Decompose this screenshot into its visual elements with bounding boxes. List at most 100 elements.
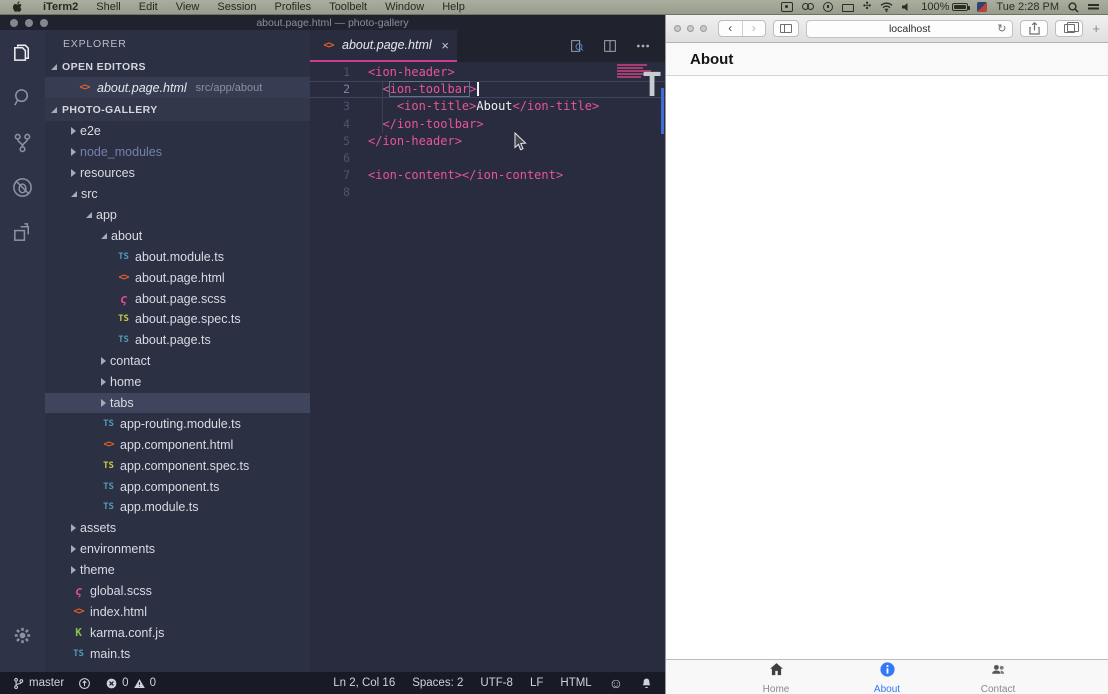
spotlight-icon[interactable] (1068, 2, 1079, 13)
tree-folder-src[interactable]: src (45, 184, 310, 205)
tree-folder-e2e[interactable]: e2e (45, 121, 310, 142)
wifi-icon[interactable] (880, 2, 893, 12)
tree-file-about.page.spec.ts[interactable]: TSabout.page.spec.ts (45, 309, 310, 330)
open-editor-item[interactable]: <> about.page.html src/app/about (45, 77, 310, 98)
tree-file-about.page.html[interactable]: <>about.page.html (45, 267, 310, 288)
problems-indicator[interactable]: 0 0 (105, 677, 156, 690)
menu-item-window[interactable]: Window (376, 1, 433, 13)
show-all-tabs-button[interactable] (1055, 20, 1083, 37)
tab-close-icon[interactable]: × (441, 38, 449, 53)
tree-folder-tabs[interactable]: tabs (45, 393, 310, 414)
accessibility-icon[interactable]: ✣ (863, 2, 871, 12)
share-button[interactable] (1020, 20, 1048, 37)
vscode-title-bar[interactable]: about.page.html — photo-gallery (0, 15, 665, 30)
reload-icon[interactable]: ↻ (997, 22, 1006, 35)
open-editors-header[interactable]: OPEN EDITORS (45, 56, 310, 77)
project-section-header[interactable]: PHOTO-GALLERY (45, 98, 310, 121)
tree-folder-resources[interactable]: resources (45, 163, 310, 184)
tree-file-app.component.ts[interactable]: TSapp.component.ts (45, 476, 310, 497)
code-line-4[interactable]: 4 </ion-toolbar> (310, 116, 665, 133)
tree-file-about.page.scss[interactable]: ςabout.page.scss (45, 288, 310, 309)
tab-contact[interactable]: Contact (943, 660, 1054, 694)
tree-folder-contact[interactable]: contact (45, 351, 310, 372)
time-machine-icon[interactable] (823, 2, 833, 12)
tab-home[interactable]: Home (721, 660, 832, 694)
tree-file-app.component.spec.ts[interactable]: TSapp.component.spec.ts (45, 455, 310, 476)
extensions-icon[interactable] (0, 210, 45, 255)
code-line-7[interactable]: 7<ion-content></ion-content> (310, 167, 665, 184)
tree-folder-environments[interactable]: environments (45, 539, 310, 560)
code-editor[interactable]: 1<ion-header>2 <ion-toolbar>3 <ion-title… (310, 62, 665, 672)
menu-item-profiles[interactable]: Profiles (266, 1, 321, 13)
code-line-6[interactable]: 6 (310, 150, 665, 167)
notification-center-icon[interactable] (1088, 2, 1100, 12)
menu-item-toolbelt[interactable]: Toolbelt (320, 1, 376, 13)
code-line-5[interactable]: 5</ion-header> (310, 133, 665, 150)
address-bar[interactable]: localhost ↻ (806, 20, 1013, 38)
tree-file-app-routing.module.ts[interactable]: TSapp-routing.module.ts (45, 413, 310, 434)
minimize-window-button[interactable] (25, 19, 33, 27)
debug-disabled-icon[interactable] (0, 165, 45, 210)
menu-item-view[interactable]: View (167, 1, 209, 13)
window-controls[interactable] (674, 25, 707, 32)
tree-file-about.page.ts[interactable]: TSabout.page.ts (45, 330, 310, 351)
tree-file-karma.conf.js[interactable]: Kkarma.conf.js (45, 622, 310, 643)
tree-file-app.component.html[interactable]: <>app.component.html (45, 434, 310, 455)
glasses-icon[interactable] (802, 2, 814, 12)
menu-clock[interactable]: Tue 2:28 PM (996, 1, 1059, 13)
cursor-position[interactable]: Ln 2, Col 16 (333, 677, 395, 689)
screen-recording-icon[interactable] (781, 2, 793, 12)
forward-button[interactable]: › (742, 21, 766, 36)
tree-file-about.module.ts[interactable]: TSabout.module.ts (45, 246, 310, 267)
source-control-icon[interactable] (0, 120, 45, 165)
notifications-bell-icon[interactable] (640, 677, 653, 690)
sidebar-button[interactable] (773, 20, 799, 37)
menu-item-shell[interactable]: Shell (87, 1, 129, 13)
new-tab-button[interactable]: + (1092, 21, 1100, 36)
display-icon[interactable] (842, 4, 854, 12)
minimize-window-button[interactable] (687, 25, 694, 32)
split-editor-icon[interactable] (602, 38, 618, 54)
tab-about-page-html[interactable]: <> about.page.html × (310, 30, 457, 62)
encoding-setting[interactable]: UTF-8 (480, 677, 513, 689)
more-actions-icon[interactable] (635, 38, 651, 54)
code-line-3[interactable]: 3 <ion-title>About</ion-title> (310, 98, 665, 115)
tab-about[interactable]: About (832, 660, 943, 694)
tree-folder-node_modules[interactable]: node_modules (45, 142, 310, 163)
tree-file-index.html[interactable]: <>index.html (45, 601, 310, 622)
menu-item-iterm2[interactable]: iTerm2 (34, 1, 87, 13)
menu-item-help[interactable]: Help (433, 1, 474, 13)
tree-folder-about[interactable]: about (45, 225, 310, 246)
volume-icon[interactable] (902, 2, 912, 12)
open-preview-icon[interactable] (569, 38, 585, 54)
tree-folder-assets[interactable]: assets (45, 518, 310, 539)
search-icon[interactable] (0, 75, 45, 120)
tree-file-global.scss[interactable]: ςglobal.scss (45, 581, 310, 602)
language-mode[interactable]: HTML (560, 677, 591, 689)
zoom-window-button[interactable] (40, 19, 48, 27)
settings-gear-icon[interactable] (0, 613, 45, 658)
eol-setting[interactable]: LF (530, 677, 543, 689)
git-branch-indicator[interactable]: master (12, 677, 64, 690)
indentation-setting[interactable]: Spaces: 2 (412, 677, 463, 689)
close-window-button[interactable] (674, 25, 681, 32)
window-controls[interactable] (10, 19, 48, 27)
menu-item-edit[interactable]: Edit (130, 1, 167, 13)
input-source-icon[interactable] (977, 2, 987, 12)
explorer-icon[interactable] (0, 30, 45, 75)
tree-file-main.ts[interactable]: TSmain.ts (45, 643, 310, 664)
feedback-smiley-icon[interactable]: ☺ (609, 675, 623, 691)
zoom-window-button[interactable] (700, 25, 707, 32)
battery-indicator[interactable]: 100% (921, 1, 968, 13)
tree-folder-theme[interactable]: theme (45, 560, 310, 581)
back-button[interactable]: ‹ (719, 21, 742, 36)
tree-file-app.module.ts[interactable]: TSapp.module.ts (45, 497, 310, 518)
code-line-2[interactable]: 2 <ion-toolbar> (310, 81, 665, 98)
tree-folder-app[interactable]: app (45, 205, 310, 226)
menu-item-session[interactable]: Session (208, 1, 265, 13)
code-line-8[interactable]: 8 (310, 184, 665, 201)
tree-folder-home[interactable]: home (45, 372, 310, 393)
code-line-1[interactable]: 1<ion-header> (310, 64, 665, 81)
sync-changes-button[interactable] (78, 677, 91, 690)
close-window-button[interactable] (10, 19, 18, 27)
